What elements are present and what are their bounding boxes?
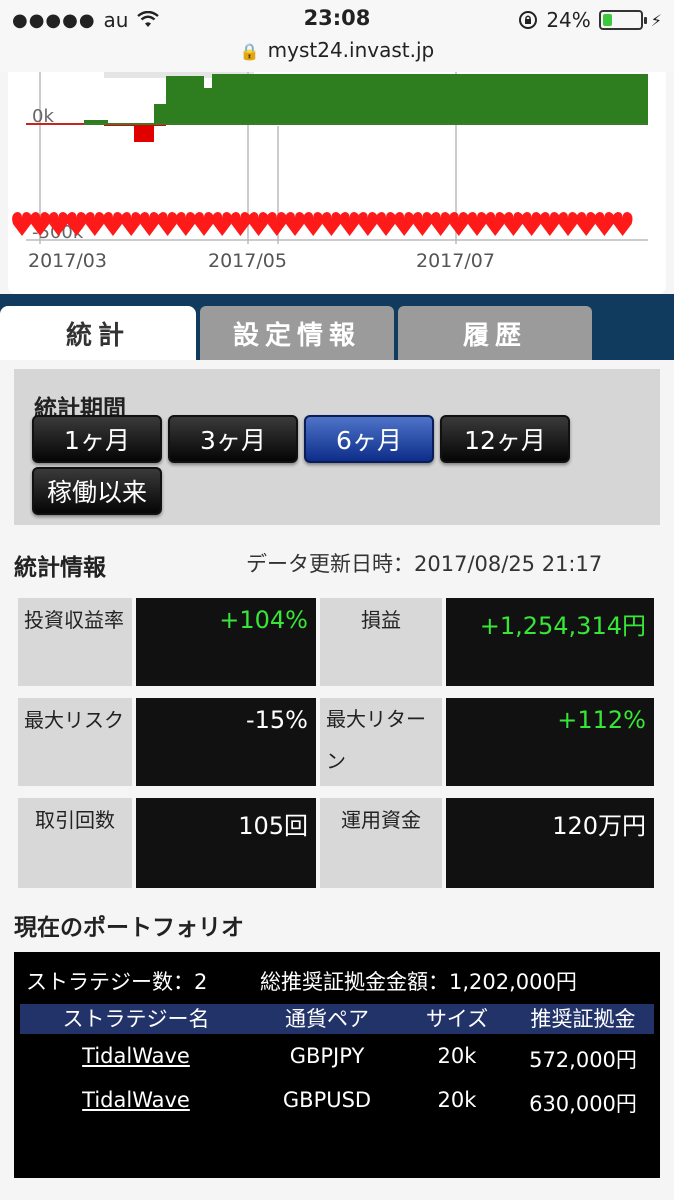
profit-area xyxy=(84,74,648,124)
trades-label: 取引回数 xyxy=(18,798,132,888)
equity-chart: 0k -500k 2017/03 2017/05 2017/07 xyxy=(8,72,666,294)
trade-marker xyxy=(558,212,578,236)
x-tick-2017-05: 2017/05 xyxy=(208,250,287,272)
trade-marker xyxy=(539,212,560,236)
trade-markers xyxy=(12,212,633,236)
trade-marker xyxy=(139,212,160,236)
trade-marker xyxy=(103,212,123,236)
trade-marker xyxy=(521,212,542,236)
table-header: ストラテジー名 通貨ペア サイズ 推奨証拠金 xyxy=(20,1004,654,1034)
tab-history[interactable]: 履歴 xyxy=(398,306,592,360)
trade-marker xyxy=(212,212,233,236)
total-margin: 総推奨証拠金金額：1,202,000円 xyxy=(260,970,577,994)
column-header-strategy: ストラテジー名 xyxy=(62,1007,210,1031)
trade-marker xyxy=(485,212,506,236)
size-cell: 20k xyxy=(437,1088,477,1112)
trade-marker xyxy=(576,212,597,236)
strategy-link-1[interactable]: TidalWave xyxy=(82,1044,190,1068)
roi-value: +104% xyxy=(136,598,316,686)
column-header-size: サイズ xyxy=(425,1007,489,1031)
trade-marker xyxy=(467,212,487,236)
max-return-value: +112% xyxy=(446,698,654,786)
column-header-pair: 通貨ペア xyxy=(285,1007,369,1031)
trade-marker xyxy=(394,212,415,236)
pair-cell: GBPJPY xyxy=(289,1044,365,1068)
rotation-lock-icon xyxy=(519,11,538,29)
charging-icon: ⚡ xyxy=(650,10,662,30)
trade-marker xyxy=(84,212,105,236)
address-bar[interactable]: 🔒 myst24.invast.jp xyxy=(0,38,674,62)
period-selector: 統計期間 1ヶ月 3ヶ月 6ヶ月 12ヶ月 稼働以来 xyxy=(14,369,660,525)
trade-marker xyxy=(448,212,469,236)
trade-marker xyxy=(248,212,269,236)
y-tick-0k: 0k xyxy=(32,106,54,127)
trades-value: 105回 xyxy=(136,798,316,888)
trade-marker xyxy=(157,212,178,236)
pnl-value: +1,254,314円 xyxy=(446,598,654,686)
stats-title: 統計情報 xyxy=(14,555,106,581)
period-1m-button[interactable]: 1ヶ月 xyxy=(32,415,162,463)
portfolio-title: 現在のポートフォリオ xyxy=(14,915,244,941)
battery-icon xyxy=(598,10,647,30)
battery-percent: 24% xyxy=(546,8,591,32)
trade-marker xyxy=(503,212,524,236)
loss-area xyxy=(104,124,166,142)
size-cell: 20k xyxy=(437,1044,477,1068)
column-header-margin: 推奨証拠金 xyxy=(530,1007,636,1031)
trade-marker xyxy=(12,212,32,236)
trade-marker xyxy=(612,212,633,236)
trade-marker xyxy=(285,212,305,236)
roi-label: 投資収益率 xyxy=(18,598,132,686)
capital-value: 120万円 xyxy=(446,798,654,888)
battery-level xyxy=(602,14,612,26)
equity-chart-svg: 0k -500k 2017/03 2017/05 2017/07 xyxy=(12,72,648,272)
trade-marker xyxy=(321,212,342,236)
strategy-count: ストラテジー数：2 xyxy=(26,970,208,994)
trade-marker xyxy=(175,212,196,236)
capital-label: 運用資金 xyxy=(320,798,442,888)
trade-marker xyxy=(266,212,287,236)
period-since-start-button[interactable]: 稼働以来 xyxy=(32,467,162,515)
period-3m-button[interactable]: 3ヶ月 xyxy=(168,415,298,463)
tab-settings[interactable]: 設定情報 xyxy=(200,306,394,360)
trade-marker xyxy=(412,212,433,236)
trade-marker xyxy=(357,212,378,236)
max-return-label: 最大リターン xyxy=(320,698,442,786)
x-tick-2017-03: 2017/03 xyxy=(28,250,107,272)
margin-cell: 572,000円 xyxy=(529,1048,637,1072)
trade-marker xyxy=(339,212,360,236)
trade-marker xyxy=(303,212,324,236)
period-6m-button[interactable]: 6ヶ月 xyxy=(304,415,434,463)
status-right: 24% ⚡ xyxy=(518,8,662,32)
lock-icon: 🔒 xyxy=(239,42,260,61)
strategy-link-2[interactable]: TidalWave xyxy=(82,1088,190,1112)
trade-marker xyxy=(430,212,451,236)
status-bar: ●●●●● au 23:08 24% ⚡ 🔒 myst24.invast.jp xyxy=(0,0,674,72)
update-timestamp: データ更新日時：2017/08/25 21:17 xyxy=(246,552,603,576)
pair-cell: GBPUSD xyxy=(282,1088,372,1112)
tab-statistics[interactable]: 統計 xyxy=(0,306,196,360)
url-text: myst24.invast.jp xyxy=(267,38,435,62)
trade-marker xyxy=(376,212,396,236)
trade-marker xyxy=(194,212,214,236)
max-risk-label: 最大リスク xyxy=(18,698,132,786)
x-tick-2017-07: 2017/07 xyxy=(416,250,495,272)
period-12m-button[interactable]: 12ヶ月 xyxy=(440,415,570,463)
margin-cell: 630,000円 xyxy=(529,1092,637,1116)
trade-marker xyxy=(121,212,142,236)
pnl-label: 損益 xyxy=(320,598,442,686)
trade-marker xyxy=(594,212,615,236)
max-risk-value: -15% xyxy=(136,698,316,786)
portfolio-table: ストラテジー数：2 総推奨証拠金金額：1,202,000円 ストラテジー名 通貨… xyxy=(14,952,660,1178)
